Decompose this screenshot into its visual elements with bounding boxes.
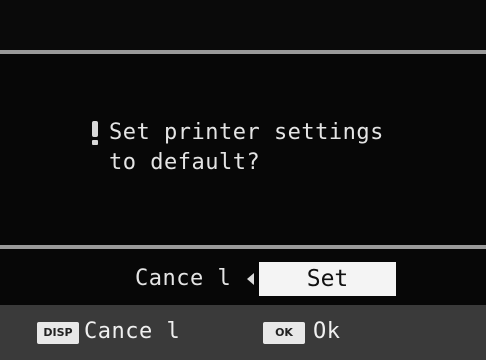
bottom-divider xyxy=(0,245,486,249)
exclamation-icon xyxy=(92,121,98,145)
ok-action-label: Ok xyxy=(313,319,341,344)
message-line-2: to default? xyxy=(109,150,261,175)
button-guide-bar: DISP Cance l OK Ok xyxy=(0,305,486,360)
top-band xyxy=(0,0,486,50)
left-arrow-icon xyxy=(247,273,254,285)
ok-key-badge[interactable]: OK xyxy=(263,322,305,344)
message-line-1: Set printer settings xyxy=(109,120,384,145)
top-divider xyxy=(0,50,486,54)
set-option[interactable]: Set xyxy=(259,262,396,296)
disp-action-label: Cance l xyxy=(84,319,181,344)
cancel-option[interactable]: Cance l xyxy=(135,264,231,294)
disp-key-badge[interactable]: DISP xyxy=(37,322,79,344)
choice-row: Cance l Set xyxy=(0,258,486,300)
camera-screen: Set printer settings to default? Cance l… xyxy=(0,0,486,360)
